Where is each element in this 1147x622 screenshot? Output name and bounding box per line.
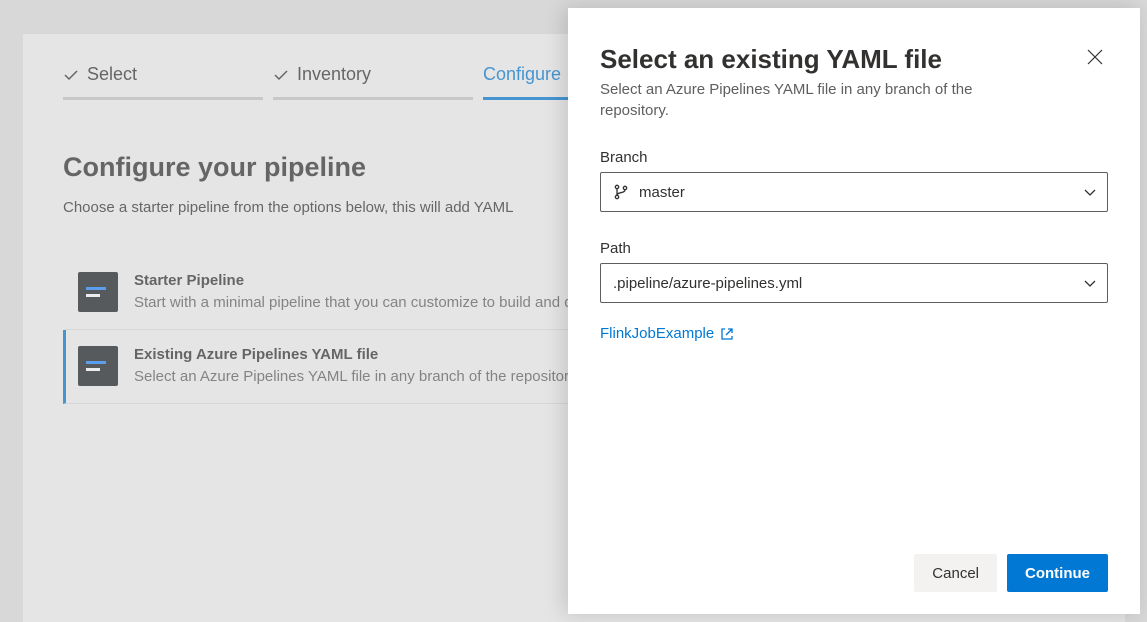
path-value: .pipeline/azure-pipelines.yml: [613, 275, 802, 292]
branch-value: master: [639, 184, 685, 201]
modal-subtitle: Select an Azure Pipelines YAML file in a…: [600, 79, 1040, 121]
continue-button[interactable]: Continue: [1007, 554, 1108, 592]
path-select[interactable]: .pipeline/azure-pipelines.yml: [600, 263, 1108, 303]
external-link-icon: [720, 327, 734, 341]
modal-title: Select an existing YAML file: [600, 44, 1040, 75]
repo-link[interactable]: FlinkJobExample: [600, 325, 714, 342]
branch-select[interactable]: master: [600, 172, 1108, 212]
close-button[interactable]: [1082, 44, 1108, 70]
path-label: Path: [600, 240, 1108, 257]
cancel-button[interactable]: Cancel: [914, 554, 997, 592]
chevron-down-icon: [1083, 276, 1097, 290]
branch-icon: [613, 184, 629, 200]
branch-label: Branch: [600, 149, 1108, 166]
yaml-select-modal: Select an existing YAML file Select an A…: [568, 8, 1140, 614]
close-icon: [1086, 48, 1104, 66]
chevron-down-icon: [1083, 185, 1097, 199]
